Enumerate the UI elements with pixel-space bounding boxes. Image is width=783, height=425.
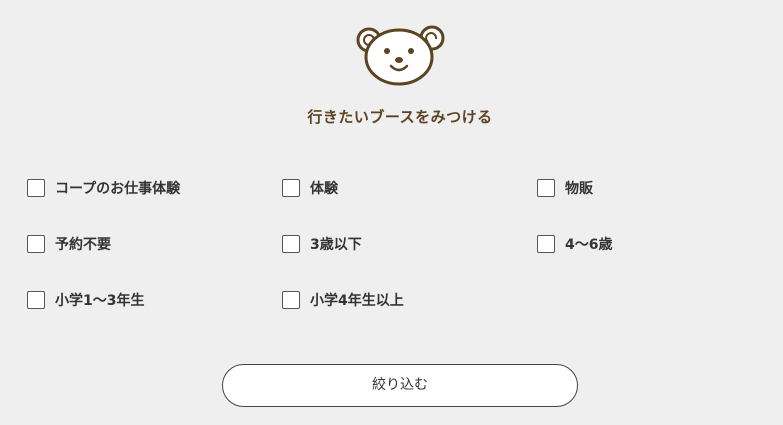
filter-label: 小学1〜3年生	[55, 293, 145, 309]
checkbox-icon[interactable]	[282, 235, 300, 253]
checkbox-icon[interactable]	[537, 179, 555, 197]
filter-coop-job-experience[interactable]: コープのお仕事体験	[27, 178, 180, 198]
checkbox-icon[interactable]	[282, 291, 300, 309]
filter-label: 予約不要	[55, 237, 111, 253]
filter-label: 4〜6歳	[565, 237, 613, 253]
filter-options: コープのお仕事体験 体験 物販 予約不要 3歳以下 4〜6歳 小学1〜3年生 小…	[0, 0, 783, 330]
filter-no-reservation[interactable]: 予約不要	[27, 234, 111, 254]
checkbox-icon[interactable]	[537, 235, 555, 253]
checkbox-icon[interactable]	[27, 179, 45, 197]
filter-age-under-3[interactable]: 3歳以下	[282, 234, 362, 254]
filter-submit-button[interactable]: 絞り込む	[222, 364, 578, 407]
filter-label: 小学4年生以上	[310, 293, 404, 309]
filter-label: 物販	[565, 181, 593, 197]
filter-label: コープのお仕事体験	[55, 181, 181, 197]
filter-elementary-1-3[interactable]: 小学1〜3年生	[27, 290, 144, 310]
filter-elementary-4-up[interactable]: 小学4年生以上	[282, 290, 404, 310]
checkbox-icon[interactable]	[27, 235, 45, 253]
checkbox-icon[interactable]	[27, 291, 45, 309]
filter-age-4-6[interactable]: 4〜6歳	[537, 234, 612, 254]
filter-experience[interactable]: 体験	[282, 178, 338, 198]
filter-merchandise[interactable]: 物販	[537, 178, 593, 198]
filter-label: 3歳以下	[310, 237, 362, 253]
checkbox-icon[interactable]	[282, 179, 300, 197]
filter-label: 体験	[310, 181, 338, 197]
